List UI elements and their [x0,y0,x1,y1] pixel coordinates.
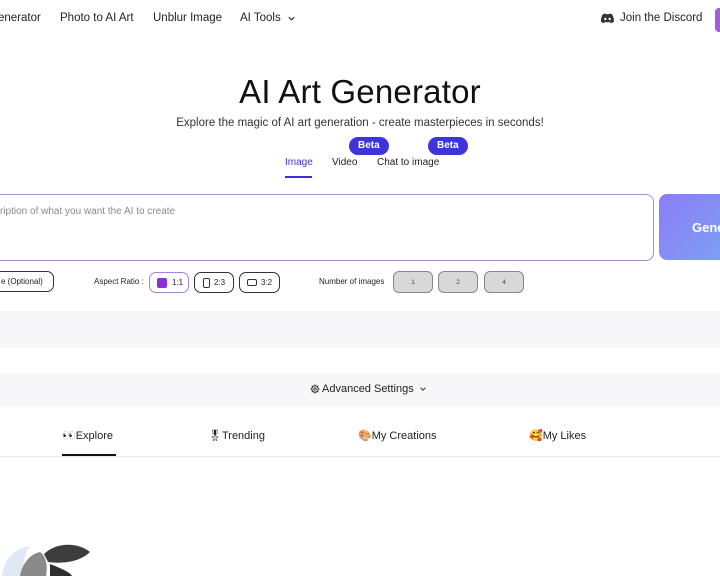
tab-my-creations-label: My Creations [371,429,437,442]
loading-illustration [2,544,90,576]
num-images-4-button[interactable]: 4 [484,271,524,293]
nav-item-photo-to-ai-art[interactable]: Photo to AI Art [60,12,134,24]
aspect-ratio-3-2-button[interactable]: 3:2 [239,272,280,293]
tab-trending[interactable]: 🎖 Trending [208,429,265,442]
number-of-images-label: Number of images [319,277,385,286]
nav-item-unblur-image[interactable]: Unblur Image [153,12,222,24]
palette-icon: 🎨 [358,429,372,442]
nav-item-ai-tools[interactable]: AI Tools [240,12,296,24]
gear-icon [310,384,320,394]
prompt-input[interactable] [0,194,654,261]
tab-chat-to-image[interactable]: Chat to image [377,157,439,168]
square-filled-icon [157,277,167,288]
tab-my-creations[interactable]: 🎨 My Creations [358,429,437,442]
active-tab-indicator [285,176,312,178]
style-select[interactable]: e (Optional) [0,271,54,292]
video-beta-badge: Beta [349,137,389,155]
user-menu-button[interactable] [715,8,720,32]
join-discord-label: Join the Discord [620,12,703,24]
smiling-face-hearts-icon: 🥰 [529,429,543,442]
tab-my-likes[interactable]: 🥰 My Likes [529,429,586,442]
page-title: AI Art Generator [239,73,481,110]
eyes-icon: 👀 [62,429,76,442]
tab-video[interactable]: Video [332,157,357,168]
aspect-ratio-1-1-button[interactable]: 1:1 [149,272,189,293]
style-select-label: e (Optional) [1,277,43,286]
tab-explore-label: Explore [75,429,113,442]
page-subtitle: Explore the magic of AI art generation -… [176,117,544,129]
aspect-ratio-label: Aspect Ratio : [94,277,144,286]
aspect-ratio-3-2-label: 3:2 [261,278,273,287]
prompt-placeholder: ription of what you want the AI to creat… [0,206,176,217]
chat-beta-badge: Beta [428,137,468,155]
discord-icon [601,13,614,23]
info-band [0,311,720,348]
advanced-settings-toggle[interactable]: Advanced Settings [310,383,427,395]
tab-trending-label: Trending [221,429,265,442]
nav-item-ai-art-generator[interactable]: enerator [0,12,41,24]
generate-button-label: Gene [692,220,720,235]
nav-item-ai-tools-label: AI Tools [240,12,281,24]
tab-image[interactable]: Image [285,157,313,168]
tab-my-likes-label: My Likes [542,429,587,442]
top-nav: enerator Photo to AI Art Unblur Image AI… [0,0,720,40]
num-images-2-button[interactable]: 2 [438,271,478,293]
join-discord-link[interactable]: Join the Discord [601,12,702,24]
generate-button[interactable]: Gene [659,194,720,260]
feed-tabs-divider [0,456,720,457]
chevron-down-icon [288,16,295,21]
aspect-ratio-2-3-button[interactable]: 2:3 [194,272,234,293]
aspect-ratio-1-1-label: 1:1 [172,278,184,287]
aspect-ratio-2-3-label: 2:3 [214,278,226,287]
advanced-settings-label: Advanced Settings [322,383,414,395]
chevron-down-icon [419,387,426,391]
landscape-rect-icon [247,279,257,286]
tab-explore[interactable]: 👀 Explore [62,429,113,442]
portrait-rect-icon [203,277,210,288]
medal-icon: 🎖 [208,429,222,442]
num-images-1-button[interactable]: 1 [393,271,433,293]
